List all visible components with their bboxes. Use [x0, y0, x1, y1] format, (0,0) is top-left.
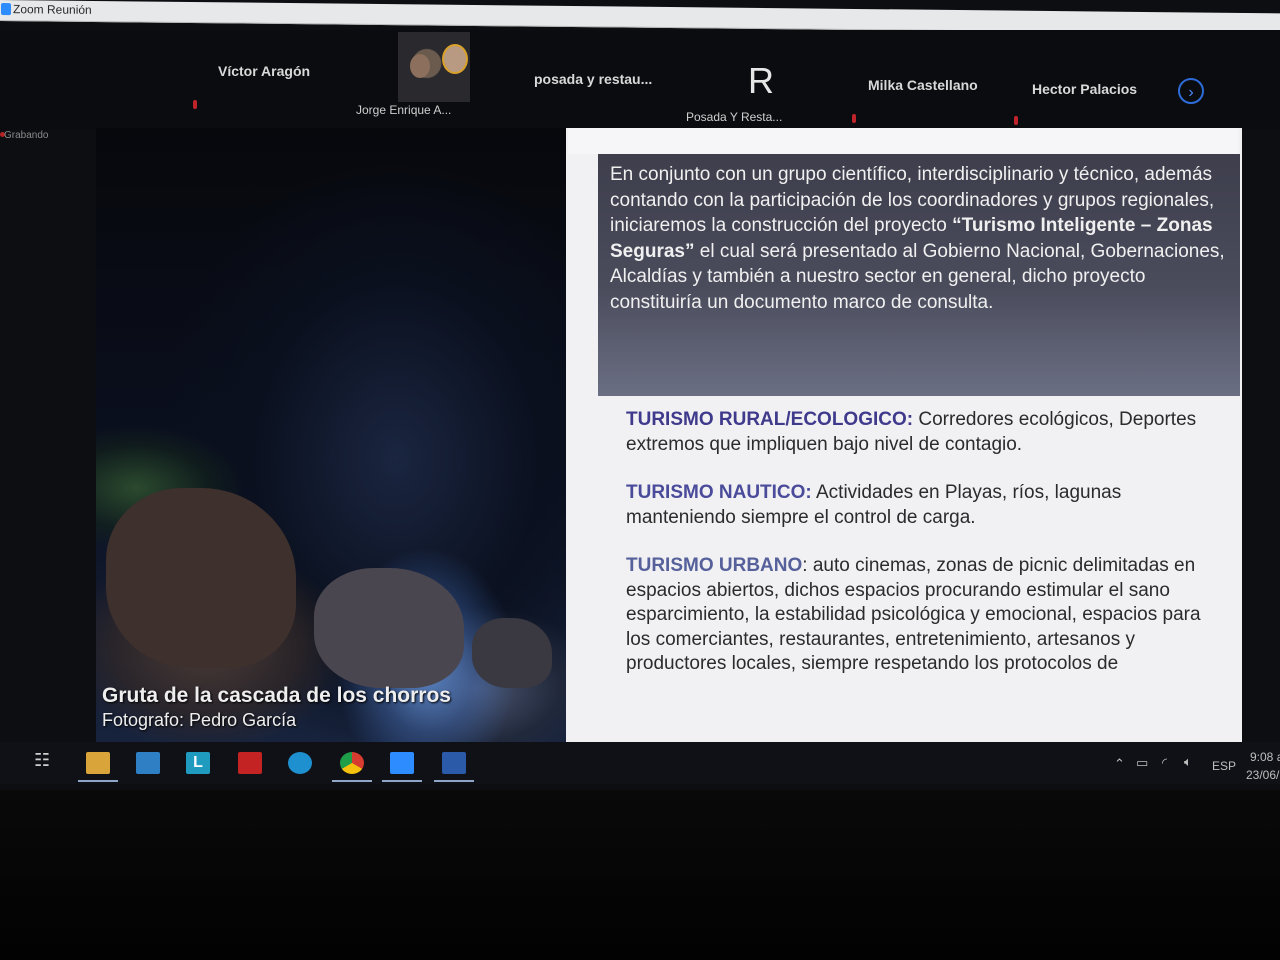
slide-photo [96, 128, 566, 742]
participant-name-3[interactable]: posada y restau... [534, 71, 652, 87]
participant-video-2[interactable] [398, 32, 470, 102]
photo-caption-title: Gruta de la cascada de los chorros [102, 684, 451, 707]
l-app-icon[interactable]: L [186, 752, 210, 774]
participant-name-6[interactable]: Hector Palacios [1032, 81, 1137, 97]
active-indicator [382, 780, 422, 782]
zoom-app-icon [1, 3, 11, 16]
item-heading: TURISMO URBANO [626, 555, 803, 576]
next-participants-button[interactable]: › [1178, 78, 1204, 104]
file-explorer-icon[interactable] [86, 752, 110, 774]
list-item: TURISMO URBANO: auto cinemas, zonas de p… [626, 554, 1226, 677]
recording-label: Grabando [4, 130, 49, 141]
chevron-up-icon[interactable]: ⌃ [1114, 756, 1125, 772]
active-indicator [332, 780, 372, 782]
participant-face [410, 54, 430, 78]
item-heading: TURISMO NAUTICO: [626, 482, 812, 503]
participant-avatar-letter: R [748, 60, 774, 101]
item-heading: TURISMO RURAL/ECOLOGICO: [626, 409, 914, 430]
battery-icon[interactable]: ▭ [1136, 755, 1148, 771]
wifi-icon[interactable]: ◜ [1162, 755, 1167, 771]
screen: Zoom Reunión Víctor Aragón Jorge Enrique… [0, 0, 1280, 790]
word-icon[interactable] [442, 752, 466, 774]
language-indicator[interactable]: ESP [1212, 759, 1236, 773]
list-item: TURISMO NAUTICO: Actividades en Playas, … [626, 481, 1226, 530]
zoom-icon[interactable] [390, 752, 414, 774]
window-title: Zoom Reunión [13, 2, 92, 17]
participant-name-5[interactable]: Milka Castellano [868, 77, 978, 93]
clock-time[interactable]: 9:08 a [1250, 750, 1280, 764]
photo-caption: Gruta de la cascada de los chorros Fotog… [102, 684, 451, 731]
photo-rock [314, 568, 464, 688]
presentation-slide: En conjunto con un grupo científico, int… [566, 128, 1242, 744]
participant-name-1[interactable]: Víctor Aragón [218, 63, 310, 79]
muted-mic-icon [852, 114, 856, 123]
volume-icon[interactable]: 🔈︎ [1184, 754, 1192, 770]
active-indicator [434, 780, 474, 782]
slide-intro-box: En conjunto con un grupo científico, int… [598, 154, 1240, 396]
participant-name-2[interactable]: Jorge Enrique A... [356, 103, 451, 117]
photo-rock [472, 618, 552, 688]
slide-top-band [568, 128, 1238, 154]
slide-intro-text-2: el cual será presentado al Gobierno Naci… [610, 240, 1225, 313]
clock-date[interactable]: 23/06/ [1246, 768, 1279, 782]
monitor-bezel [0, 790, 1280, 960]
list-item: TURISMO RURAL/ECOLOGICO: Corredores ecol… [626, 408, 1226, 457]
muted-mic-icon [193, 100, 197, 109]
photo-rock [106, 488, 296, 668]
windows-taskbar: ☷ L ⌃ ▭ ◜ 🔈︎ ESP 9:08 a 23/06/ [0, 742, 1280, 784]
participant-name-4[interactable]: Posada Y Resta... [686, 110, 782, 124]
mail-icon[interactable] [136, 752, 160, 774]
task-view-icon[interactable]: ☷ [34, 750, 58, 772]
participant-face [442, 44, 468, 74]
active-indicator [78, 780, 118, 782]
slide-tourism-list: TURISMO RURAL/ECOLOGICO: Corredores ecol… [626, 408, 1226, 701]
muted-mic-icon [1014, 116, 1018, 125]
photo-caption-credit: Fotografo: Pedro García [102, 710, 297, 730]
edge-icon[interactable] [288, 752, 312, 774]
chrome-icon[interactable] [340, 752, 364, 774]
red-app-icon[interactable] [238, 752, 262, 774]
